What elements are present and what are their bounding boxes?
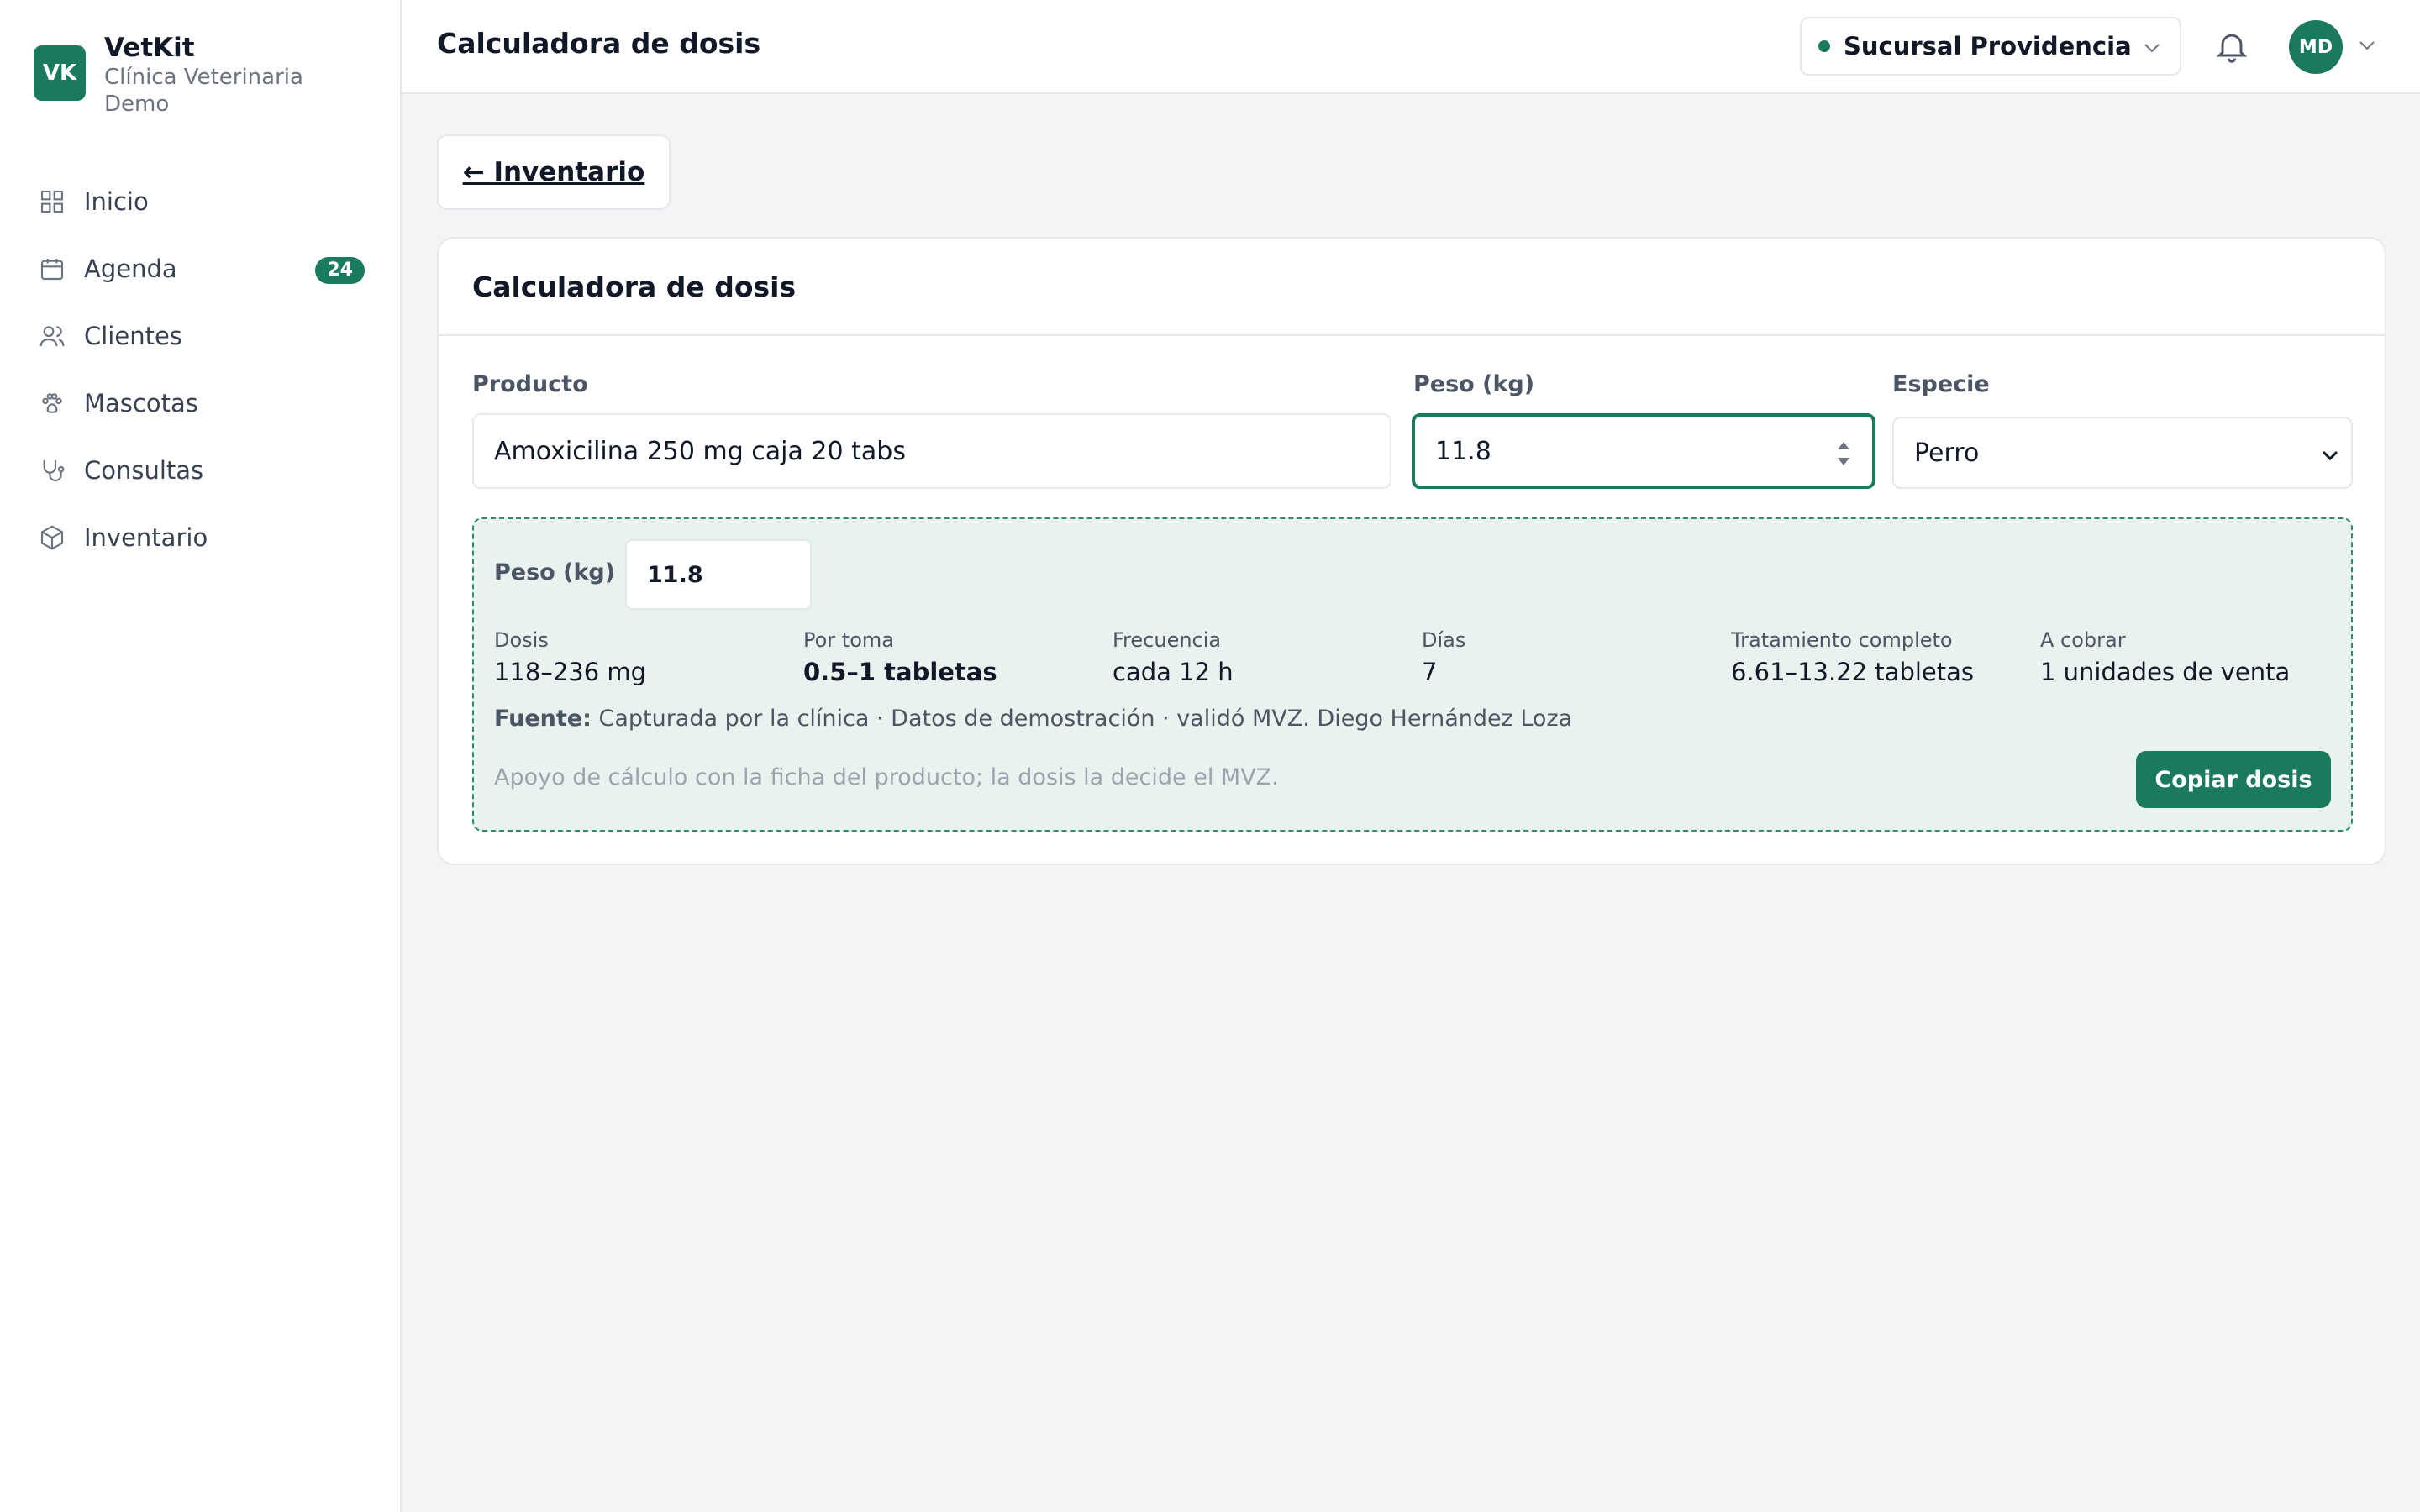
card-title: Calculadora de dosis (472, 270, 797, 303)
sidebar-item-agenda[interactable]: Agenda 24 (0, 235, 402, 302)
sidebar-item-label: Inicio (84, 187, 149, 216)
brand[interactable]: VK VetKit Clínica Veterinaria Demo (34, 32, 331, 118)
disclaimer-note: Apoyo de cálculo con la ficha del produc… (494, 764, 1279, 790)
branch-selector[interactable]: Sucursal Providencia (1800, 17, 2181, 76)
metric-frequency: Frecuencia cada 12 h (1113, 627, 1234, 689)
avatar[interactable]: MD (2289, 20, 2343, 74)
sidebar-item-label: Clientes (84, 322, 182, 350)
sidebar-item-clientes[interactable]: Clientes (0, 302, 402, 370)
sidebar-nav: Inicio Agenda 24 Clientes Mascotas Consu… (0, 168, 402, 571)
metric-value: 7 (1422, 658, 1438, 686)
product-label: Producto (472, 371, 588, 397)
page-title: Calculadora de dosis (437, 27, 761, 60)
source-text: Capturada por la clínica · Datos de demo… (598, 706, 1573, 732)
calendar-icon (40, 259, 64, 281)
metric-value: 1 unidades de venta (2040, 658, 2291, 686)
product-input[interactable]: Amoxicilina 250 mg caja 20 tabs (472, 413, 1392, 489)
brand-logo: VK (34, 45, 86, 101)
dose-calculator-card: Calculadora de dosis Producto Amoxicilin… (437, 237, 2386, 865)
sidebar-item-inicio[interactable]: Inicio (0, 168, 402, 235)
top-header: Calculadora de dosis Sucursal Providenci… (402, 0, 2420, 94)
stepper-arrows-icon[interactable] (1833, 437, 1854, 470)
metric-value: 0.5–1 tabletas (803, 658, 997, 686)
source-label: Fuente: (494, 706, 592, 732)
sidebar-item-label: Inventario (84, 523, 208, 552)
sidebar-item-consultas[interactable]: Consultas (0, 437, 402, 504)
branch-status-dot (1818, 40, 1830, 52)
metric-per-dose: Por toma 0.5–1 tabletas (803, 627, 997, 689)
weight-value: 11.8 (1435, 436, 1491, 466)
metric-label: Días (1422, 628, 1466, 652)
sidebar-item-label: Consultas (84, 456, 204, 485)
sidebar: VK VetKit Clínica Veterinaria Demo Inici… (0, 0, 402, 1512)
stethoscope-icon (43, 460, 65, 482)
species-select[interactable]: Perro (1892, 417, 2353, 489)
result-weight-label: Peso (kg) (494, 559, 616, 585)
metric-label: Frecuencia (1113, 628, 1222, 652)
dose-result-panel: Peso (kg) 11.8 Dosis 118–236 mg Por toma… (472, 517, 2353, 832)
chevron-down-icon[interactable] (2358, 39, 2376, 52)
metric-to-charge: A cobrar 1 unidades de venta (2040, 627, 2290, 689)
grid-icon (40, 190, 64, 213)
chevron-down-icon (2322, 450, 2338, 461)
sidebar-item-inventario[interactable]: Inventario (0, 504, 402, 571)
branch-label: Sucursal Providencia (1844, 32, 2132, 60)
metric-value: 6.61–13.22 tabletas (1731, 658, 1975, 686)
copy-dose-button[interactable]: Copiar dosis (2136, 751, 2331, 808)
metric-value: cada 12 h (1113, 658, 1234, 686)
metric-value: 118–236 mg (494, 658, 647, 686)
metric-days: Días 7 (1422, 627, 1465, 689)
sidebar-item-mascotas[interactable]: Mascotas (0, 370, 402, 437)
result-weight-input[interactable]: 11.8 (625, 539, 812, 610)
paw-icon (42, 393, 62, 413)
metric-label: Tratamiento completo (1731, 628, 1953, 652)
metric-label: A cobrar (2040, 628, 2126, 652)
species-value: Perro (1914, 438, 1980, 468)
source-line: Fuente: Capturada por la clínica · Datos… (494, 706, 1572, 732)
metric-label: Por toma (803, 628, 894, 652)
box-icon (40, 525, 64, 550)
metric-label: Dosis (494, 628, 549, 652)
weight-label: Peso (kg) (1413, 371, 1535, 397)
metric-full-treatment: Tratamiento completo 6.61–13.22 tabletas (1731, 627, 1974, 689)
sidebar-item-label: Mascotas (84, 389, 198, 417)
bell-icon[interactable] (2213, 27, 2250, 66)
weight-input[interactable]: 11.8 (1412, 413, 1876, 489)
metric-dose: Dosis 118–236 mg (494, 627, 646, 689)
brand-subtitle: Clínica Veterinaria Demo (104, 65, 303, 117)
users-icon (39, 326, 65, 347)
chevron-down-icon (2144, 44, 2160, 53)
brand-name: VetKit (104, 33, 195, 63)
species-label: Especie (1892, 371, 1990, 397)
sidebar-item-label: Agenda (84, 255, 177, 283)
agenda-count-badge: 24 (315, 257, 365, 284)
back-to-inventory-button[interactable]: ← Inventario (437, 134, 671, 210)
